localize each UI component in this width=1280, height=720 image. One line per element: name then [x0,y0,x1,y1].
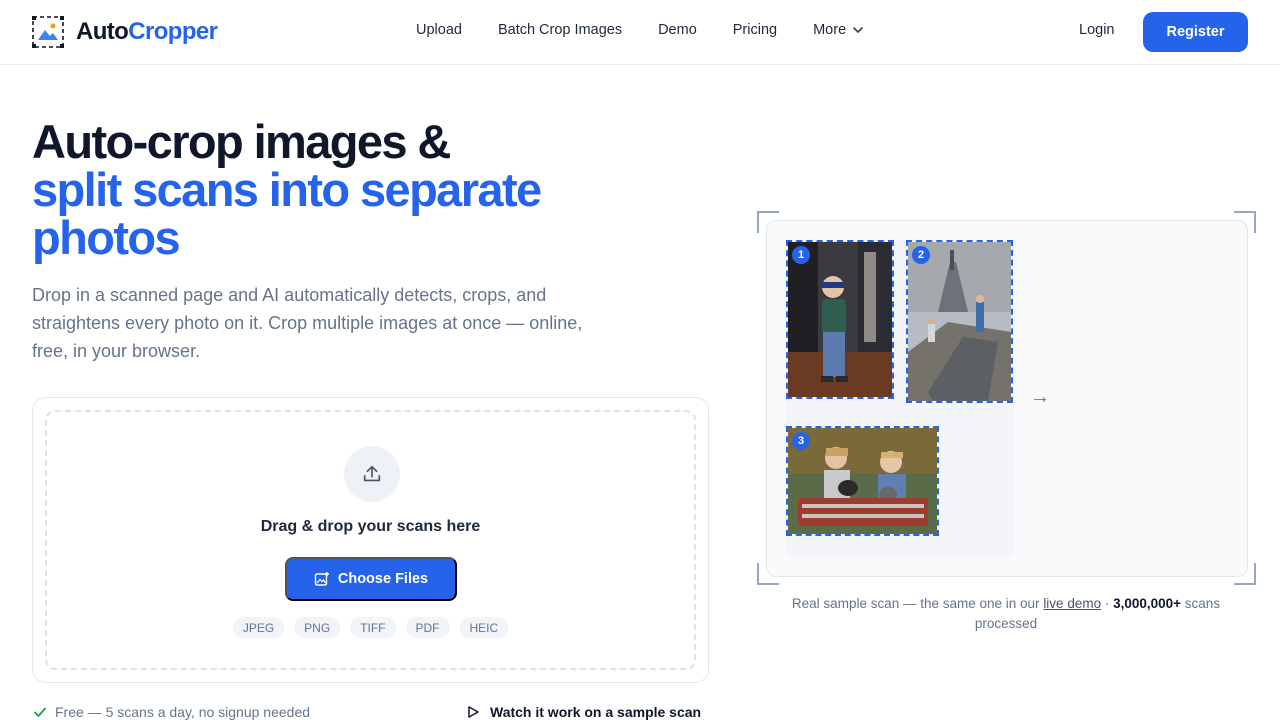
photo-number-badge: 2 [912,246,930,264]
play-icon [468,706,479,718]
nav-batch-crop[interactable]: Batch Crop Images [498,22,622,38]
detected-photo: 3 [786,426,939,536]
crop-corner [1234,211,1256,233]
format-tag: PDF [405,617,450,638]
hero-title-line3: photos [32,211,181,264]
brand-logo[interactable]: AutoCropper [32,16,218,48]
dropzone[interactable]: Drag & drop your scans here Choose Files… [45,410,696,670]
drag-drop-text: Drag & drop your scans here [260,518,481,535]
watch-demo-link[interactable]: Watch it work on a sample scan [466,704,701,720]
choose-files-label: Choose Files [337,571,429,587]
crop-corner [757,211,779,233]
photo-number-badge: 1 [792,246,810,264]
preview-caption: Real sample scan — the same one in our l… [766,594,1246,634]
hero-title-line1: Auto-crop images & [32,115,451,168]
caption-text: Real sample scan — the same one in our [791,596,1044,611]
format-tag: PNG [294,617,341,638]
crop-logo-icon [32,16,64,48]
detected-photo: 1 [786,240,894,399]
hero-title: Auto-crop images & split scans into sepa… [32,115,542,264]
login-link[interactable]: Login [1079,22,1114,38]
chevron-down-icon [853,27,863,33]
format-list: JPEG PNG TIFF PDF HEIC [47,617,694,638]
scan-count: 3,000,000+ [1113,596,1182,611]
format-tag: TIFF [350,617,396,638]
image-add-icon [314,572,329,586]
live-demo-link[interactable]: live demo [1043,596,1101,611]
format-tag: HEIC [459,617,509,638]
detected-photo: 2 [906,240,1013,403]
register-button[interactable]: Register [1143,12,1248,52]
photo-number-badge: 3 [792,432,810,450]
hero-title-line2: split scans into separate [32,163,542,216]
brand-name: AutoCropper [76,18,218,45]
upload-icon [344,446,400,502]
nav-more[interactable]: More [813,22,864,38]
nav-pricing[interactable]: Pricing [733,22,777,38]
choose-files-button[interactable]: Choose Files [285,557,457,601]
top-nav: AutoCropper Upload Batch Crop Images Dem… [0,0,1280,65]
upload-card: Drag & drop your scans here Choose Files… [32,397,709,683]
caption-separator: · [1101,596,1114,611]
check-icon [34,707,46,717]
nav-links: Upload Batch Crop Images Demo Pricing Mo… [416,22,864,38]
crop-corner [757,563,779,585]
watch-demo-label: Watch it work on a sample scan [490,704,702,720]
format-tag: JPEG [232,617,285,638]
hero-subtitle: Drop in a scanned page and AI automatica… [32,285,583,361]
arrow-right-icon: → [1030,386,1050,408]
crop-corner [1234,563,1256,585]
nav-demo[interactable]: Demo [658,22,697,38]
nav-more-label: More [813,22,847,38]
free-note-text: Free — 5 scans a day, no signup needed [55,704,311,720]
free-note: Free — 5 scans a day, no signup needed [33,704,310,720]
nav-upload[interactable]: Upload [416,22,462,38]
